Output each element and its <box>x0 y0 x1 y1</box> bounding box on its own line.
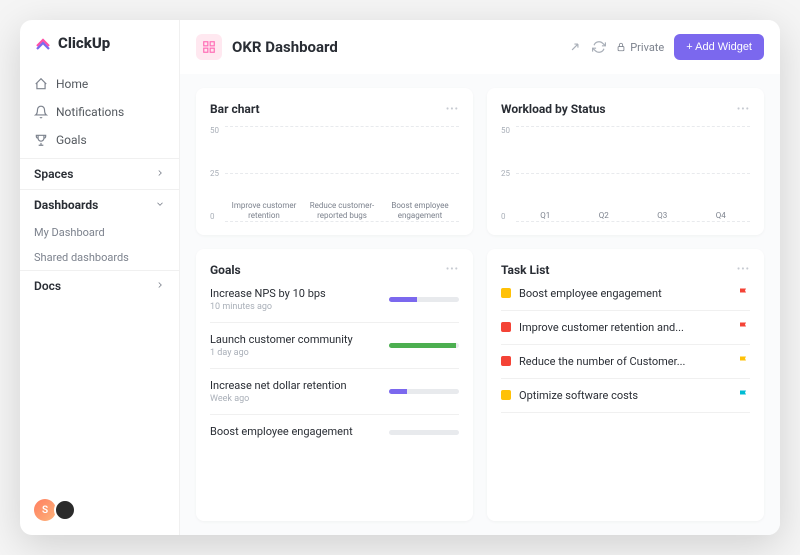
section-spaces[interactable]: Spaces <box>20 158 179 189</box>
nav-list: HomeNotificationsGoals <box>20 66 179 158</box>
task-item[interactable]: Optimize software costs <box>501 389 750 402</box>
card-menu-icon[interactable]: ••• <box>737 104 750 115</box>
content-grid: Bar chart ••• 50250 Improve customer ret… <box>180 74 780 535</box>
nav-home[interactable]: Home <box>20 70 179 98</box>
card-title: Workload by Status <box>501 102 606 116</box>
brand-logo[interactable]: ClickUp <box>20 34 179 66</box>
stacked-bar: Q3 <box>633 207 692 221</box>
bar-chart-card: Bar chart ••• 50250 Improve customer ret… <box>196 88 473 235</box>
stacked-bar: Q2 <box>575 207 634 221</box>
expand-icon[interactable] <box>568 40 582 54</box>
goals-list: Increase NPS by 10 bps10 minutes ago Laun… <box>210 287 459 440</box>
private-indicator[interactable]: Private <box>616 41 664 54</box>
status-square-icon <box>501 288 511 298</box>
task-item[interactable]: Boost employee engagement <box>501 287 750 300</box>
status-square-icon <box>501 390 511 400</box>
section-docs[interactable]: Docs <box>20 270 179 301</box>
sidebar-footer: S <box>20 499 179 521</box>
chevron-right-icon <box>155 279 165 293</box>
stacked-bar: Q4 <box>692 207 751 221</box>
goal-item[interactable]: Launch customer community1 day ago <box>210 333 459 358</box>
status-square-icon <box>501 322 511 332</box>
card-title: Task List <box>501 263 549 277</box>
card-menu-icon[interactable]: ••• <box>446 264 459 275</box>
dashboard-icon <box>196 34 222 60</box>
flag-icon <box>738 287 750 299</box>
chevron-right-icon <box>155 167 165 181</box>
task-item[interactable]: Reduce the number of Customer... <box>501 355 750 368</box>
sidebar: ClickUp HomeNotificationsGoals SpacesDas… <box>20 20 180 535</box>
clickup-logo-icon <box>34 34 52 52</box>
goal-item[interactable]: Increase NPS by 10 bps10 minutes ago <box>210 287 459 312</box>
header-actions: Private + Add Widget <box>568 34 764 60</box>
workload-card: Workload by Status ••• 50250 Q1Q2Q3Q4 <box>487 88 764 235</box>
refresh-icon[interactable] <box>592 40 606 54</box>
nav-bell[interactable]: Notifications <box>20 98 179 126</box>
task-list: Boost employee engagement Improve custome… <box>501 287 750 415</box>
card-menu-icon[interactable]: ••• <box>446 104 459 115</box>
card-menu-icon[interactable]: ••• <box>737 264 750 275</box>
task-item[interactable]: Improve customer retention and... <box>501 321 750 334</box>
avatar[interactable]: S <box>34 499 56 521</box>
bar: Improve customer retention <box>225 197 302 220</box>
task-list-card: Task List ••• Boost employee engagement I… <box>487 249 764 522</box>
chevron-down-icon <box>155 198 165 212</box>
sidebar-item[interactable]: My Dashboard <box>20 220 179 245</box>
page-title: OKR Dashboard <box>232 38 338 56</box>
flag-icon <box>738 355 750 367</box>
goal-item[interactable]: Increase net dollar retentionWeek ago <box>210 379 459 404</box>
brand-name: ClickUp <box>58 34 110 52</box>
nav-trophy[interactable]: Goals <box>20 126 179 154</box>
header: OKR Dashboard Private + Add Widget <box>180 20 780 74</box>
status-square-icon <box>501 356 511 366</box>
card-title: Bar chart <box>210 102 260 116</box>
flag-icon <box>738 389 750 401</box>
trophy-icon <box>34 133 48 147</box>
add-widget-button[interactable]: + Add Widget <box>674 34 764 60</box>
stacked-bar: Q1 <box>516 207 575 221</box>
app-window: ClickUp HomeNotificationsGoals SpacesDas… <box>20 20 780 535</box>
avatar-secondary[interactable] <box>54 499 76 521</box>
goals-card: Goals ••• Increase NPS by 10 bps10 minut… <box>196 249 473 522</box>
main: OKR Dashboard Private + Add Widget Bar c… <box>180 20 780 535</box>
bar: Boost employee engagement <box>381 197 458 220</box>
sidebar-item[interactable]: Shared dashboards <box>20 245 179 270</box>
bar: Reduce customer-reported bugs <box>303 197 380 220</box>
workload-chart: 50250 Q1Q2Q3Q4 <box>501 126 750 221</box>
goal-item[interactable]: Boost employee engagement <box>210 425 459 440</box>
lock-icon <box>616 42 626 52</box>
flag-icon <box>738 321 750 333</box>
section-dashboards[interactable]: Dashboards <box>20 189 179 220</box>
card-title: Goals <box>210 263 241 277</box>
sidebar-sections: SpacesDashboardsMy DashboardShared dashb… <box>20 158 179 301</box>
home-icon <box>34 77 48 91</box>
bell-icon <box>34 105 48 119</box>
bar-chart: 50250 Improve customer retentionReduce c… <box>210 126 459 221</box>
